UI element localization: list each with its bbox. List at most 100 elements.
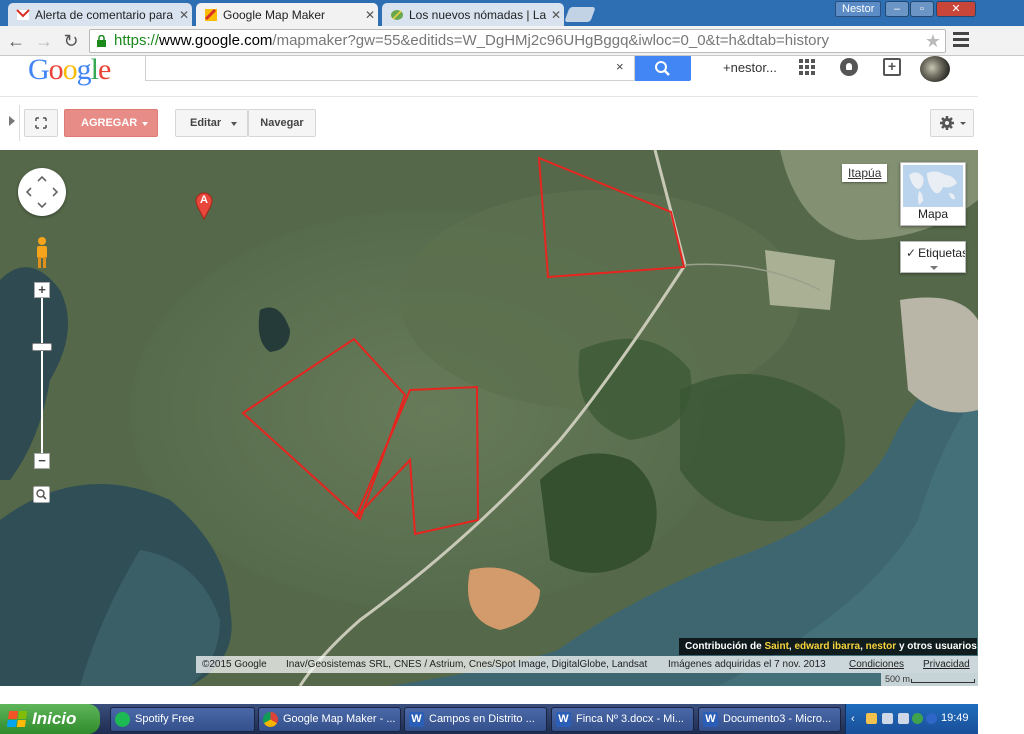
profile-badge[interactable]: Nestor bbox=[835, 1, 882, 17]
expand-panel-arrow-icon[interactable] bbox=[9, 116, 15, 126]
taskbar-item-label: Campos en Distrito ... bbox=[429, 713, 535, 725]
satellite-map[interactable]: + − A Itapúa Mapa ✓ Etiquetas Contribució… bbox=[0, 150, 978, 686]
taskbar-item-label: Finca Nº 3.docx - Mi... bbox=[576, 713, 684, 725]
taskbar-item-label: Documento3 - Micro... bbox=[723, 713, 832, 725]
info-icon[interactable] bbox=[912, 713, 923, 724]
chrome-menu-icon[interactable] bbox=[953, 32, 969, 48]
taskbar-item-label: Spotify Free bbox=[135, 713, 195, 725]
contributor-link[interactable]: Saint bbox=[764, 641, 788, 652]
windows-taskbar: Inicio Spotify Free Google Map Maker - .… bbox=[0, 704, 978, 734]
search-input[interactable] bbox=[145, 56, 635, 81]
map-type-label: Mapa bbox=[917, 207, 949, 221]
network-icon[interactable] bbox=[882, 713, 893, 724]
map-type-toggle[interactable]: Mapa bbox=[900, 162, 966, 226]
minimize-button[interactable]: – bbox=[885, 1, 909, 17]
browser-tab-mapmaker[interactable]: Google Map Maker ✕ bbox=[196, 3, 378, 26]
url-host: www.google.com bbox=[159, 32, 273, 49]
labels-toggle-label: Etiquetas bbox=[918, 246, 966, 260]
reload-icon[interactable]: ↻ bbox=[61, 31, 81, 51]
tab-close-icon[interactable]: ✕ bbox=[362, 8, 378, 22]
taskbar-item-word-finca[interactable]: W Finca Nº 3.docx - Mi... bbox=[551, 707, 694, 732]
labels-toggle[interactable]: ✓ Etiquetas bbox=[900, 241, 966, 273]
apps-grid-icon[interactable] bbox=[799, 59, 815, 75]
chevron-down-icon bbox=[231, 122, 237, 126]
zoom-in-button[interactable]: + bbox=[34, 282, 50, 298]
zoom-box-button[interactable] bbox=[33, 486, 50, 503]
fullscreen-icon bbox=[35, 117, 47, 129]
mapmaker-icon bbox=[204, 8, 217, 21]
check-icon: ✓ bbox=[906, 246, 917, 260]
volume-icon[interactable] bbox=[898, 713, 909, 724]
show-hidden-icons-chevron-icon[interactable]: ‹ bbox=[851, 713, 855, 725]
chrome-icon bbox=[263, 712, 278, 727]
tab-close-icon[interactable]: ✕ bbox=[548, 8, 564, 22]
address-bar[interactable]: https://www.google.com/mapmaker?gw=55&ed… bbox=[89, 29, 946, 53]
share-plus-icon[interactable]: + bbox=[883, 58, 901, 76]
magnifier-icon bbox=[36, 489, 47, 500]
pan-control[interactable] bbox=[18, 168, 66, 216]
contributor-link[interactable]: edward ibarra bbox=[794, 641, 860, 652]
taskbar-item-word-campos[interactable]: W Campos en Distrito ... bbox=[404, 707, 547, 732]
lock-icon bbox=[97, 35, 106, 47]
scale-bar: 500 m bbox=[881, 673, 978, 686]
taskbar-item-word-documento3[interactable]: W Documento3 - Micro... bbox=[698, 707, 841, 732]
search-button[interactable] bbox=[635, 56, 691, 81]
word-icon: W bbox=[556, 712, 571, 727]
bookmark-star-icon[interactable]: ★ bbox=[925, 30, 941, 52]
zoom-slider-track[interactable] bbox=[41, 290, 43, 462]
navigate-button[interactable]: Navegar bbox=[248, 109, 316, 137]
tab-close-icon[interactable]: ✕ bbox=[176, 8, 192, 22]
clock[interactable]: 19:49 bbox=[941, 712, 969, 724]
account-name-link[interactable]: +nestor... bbox=[723, 60, 777, 75]
back-arrow-icon[interactable]: ← bbox=[6, 31, 26, 51]
browser-tab-gmail[interactable]: Alerta de comentario para Te ✕ bbox=[8, 3, 192, 26]
leaf-icon bbox=[391, 9, 403, 20]
edit-button[interactable]: Editar bbox=[175, 109, 248, 137]
tray-app-icon[interactable] bbox=[866, 713, 877, 724]
chevron-down-icon bbox=[142, 122, 148, 126]
contrib-suffix: y otros usuarios bbox=[896, 641, 977, 652]
location-marker-a[interactable]: A bbox=[195, 192, 213, 221]
zoom-out-button[interactable]: − bbox=[34, 453, 50, 469]
windows-logo-icon bbox=[6, 711, 28, 727]
contributors-bar: Contribución de Saint, edward ibarra, ne… bbox=[679, 638, 977, 655]
chevron-down-icon bbox=[930, 266, 938, 270]
divider bbox=[19, 105, 20, 141]
taskbar-item-chrome[interactable]: Google Map Maker - ... bbox=[258, 707, 401, 732]
google-logo[interactable]: Google bbox=[28, 53, 111, 87]
forward-arrow-icon[interactable]: → bbox=[34, 31, 54, 51]
new-tab-button[interactable] bbox=[564, 7, 596, 22]
copyright-text: ©2015 Google bbox=[202, 659, 267, 670]
notifications-bell-icon[interactable] bbox=[840, 58, 858, 76]
spotify-icon bbox=[115, 712, 130, 727]
word-icon: W bbox=[703, 712, 718, 727]
contrib-prefix: Contribución de bbox=[685, 641, 765, 652]
avatar[interactable] bbox=[920, 56, 950, 82]
fullscreen-button[interactable] bbox=[24, 109, 58, 137]
url-path: /mapmaker?gw=55&editids=W_DgHMj2c96UHgBg… bbox=[272, 32, 829, 49]
street-view-pegman-icon[interactable] bbox=[34, 236, 50, 270]
browser-tab-nomadas[interactable]: Los nuevos nómadas | La Bi ✕ bbox=[382, 3, 564, 26]
tab-title: Los nuevos nómadas | La Bi bbox=[409, 7, 548, 22]
gear-icon bbox=[940, 116, 966, 130]
region-link[interactable]: Itapúa bbox=[842, 164, 888, 182]
browser-tab-strip: Alerta de comentario para Te ✕ Google Ma… bbox=[0, 0, 1024, 26]
imagery-date: Imágenes adquiridas el 7 nov. 2013 bbox=[668, 659, 826, 670]
start-label: Inicio bbox=[32, 709, 77, 728]
zoom-slider-thumb[interactable] bbox=[32, 343, 52, 351]
privacy-link[interactable]: Privacidad bbox=[923, 656, 970, 673]
taskbar-item-spotify[interactable]: Spotify Free bbox=[110, 707, 255, 732]
mapmaker-toolbar: AGREGAR Editar Navegar bbox=[0, 96, 978, 150]
bluetooth-icon[interactable] bbox=[926, 713, 937, 724]
add-button[interactable]: AGREGAR bbox=[64, 109, 158, 137]
word-icon: W bbox=[409, 712, 424, 727]
maximize-button[interactable]: ▫ bbox=[910, 1, 934, 17]
close-window-button[interactable]: ✕ bbox=[936, 1, 976, 17]
start-button[interactable]: Inicio bbox=[0, 704, 100, 734]
contributor-link[interactable]: nestor bbox=[866, 641, 897, 652]
google-header: Google × +nestor... + bbox=[0, 53, 978, 96]
search-clear-icon[interactable]: × bbox=[616, 59, 624, 74]
settings-button[interactable] bbox=[930, 109, 974, 137]
marker-label: A bbox=[200, 194, 208, 206]
terms-link[interactable]: Condiciones bbox=[849, 656, 904, 673]
